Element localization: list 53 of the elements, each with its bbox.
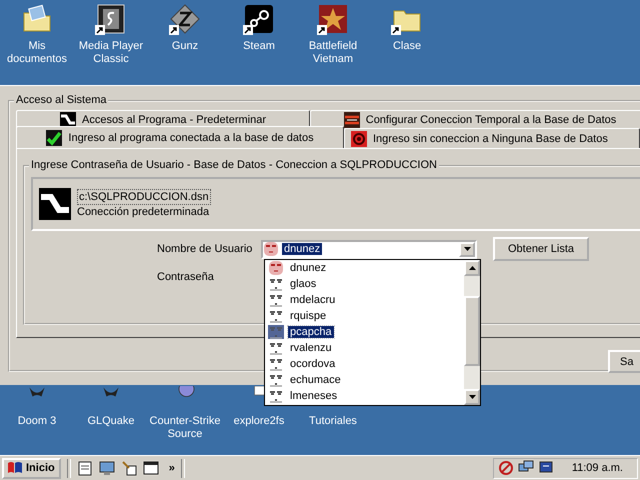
icon-label: Counter-Strike Source: [148, 415, 222, 441]
face-icon: [268, 309, 284, 323]
icon-label: Battlefield Vietnam: [308, 40, 358, 66]
face-icon: [263, 242, 279, 256]
list-item[interactable]: pcapcha: [265, 324, 334, 340]
face-icon: [268, 261, 284, 275]
get-list-button[interactable]: Obtener Lista: [493, 237, 589, 261]
scroll-down-icon[interactable]: [464, 389, 480, 405]
stripes-icon: [344, 112, 360, 128]
tab[interactable]: Ingreso al programa conectada a la base de datos: [16, 126, 344, 148]
curve-icon: [39, 188, 71, 220]
face-icon: [268, 389, 284, 403]
icon-label: Gunz: [172, 40, 198, 53]
field-label: Contraseña: [157, 271, 215, 283]
badge-icon[interactable]: [169, 3, 201, 35]
tools-icon[interactable]: [120, 460, 137, 476]
face-icon: [268, 357, 284, 371]
username-combo[interactable]: dnunez: [261, 240, 477, 258]
face-icon: [268, 325, 284, 339]
prohibited-icon[interactable]: [498, 460, 514, 476]
dsn-path: c:\SQLPRODUCCION.dsn: [77, 189, 211, 205]
start-button[interactable]: Inicio: [2, 458, 61, 478]
face-icon: [268, 277, 284, 291]
icon-label: Doom 3: [18, 415, 56, 428]
notepad-icon[interactable]: [76, 460, 93, 476]
tab[interactable]: Ingreso sin coneccion a Ninguna Base de Datos: [344, 128, 640, 148]
field-label: Nombre de Usuario: [157, 243, 254, 255]
icon-label: Steam: [243, 40, 275, 53]
nodes-icon[interactable]: [243, 3, 275, 35]
connection-description: Conección predeterminada: [77, 205, 210, 219]
icon-label: Media Player Classic: [78, 40, 144, 66]
clock: 11:09 a.m.: [572, 462, 623, 474]
curve-icon: [60, 112, 76, 128]
scrollbar[interactable]: [464, 260, 480, 405]
window-icon[interactable]: [142, 460, 159, 476]
checkmark-icon: [46, 130, 62, 146]
group-title: Ingrese Contraseña de Usuario - Base de Datos - Coneccion a SQLPRODUCCION: [29, 159, 439, 171]
icon-label: Clase: [392, 40, 422, 53]
icon-label: explore2fs: [234, 415, 284, 428]
face-icon: [268, 293, 284, 307]
face-icon: [268, 341, 284, 355]
group-title: Acceso al Sistema: [14, 94, 108, 106]
more-button[interactable]: »: [168, 462, 175, 474]
stop-icon: [351, 130, 367, 146]
tab[interactable]: Configurar Coneccion Temporal a la Base de Datos: [310, 110, 640, 128]
icon-label: GLQuake: [87, 415, 135, 428]
icon-label: Mis documentos: [6, 40, 68, 66]
film-icon[interactable]: [95, 3, 127, 35]
scroll-up-icon[interactable]: [464, 260, 480, 276]
monitor-icon[interactable]: [98, 460, 115, 476]
icon-label: Tutoriales: [309, 415, 357, 428]
partial-button[interactable]: Sa: [608, 350, 640, 373]
face-icon: [268, 373, 284, 387]
